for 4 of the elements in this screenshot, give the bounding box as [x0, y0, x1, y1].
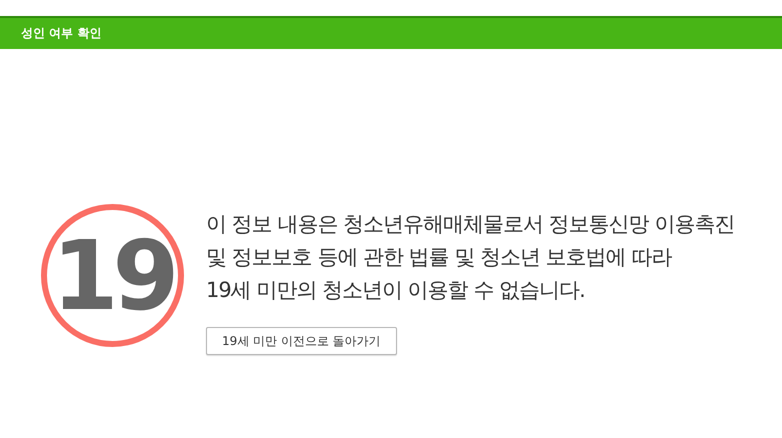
- notice-text: 이 정보 내용은 청소년유해매체물로서 정보통신망 이용촉진 및 정보보호 등에 관한 법률 및 청소년 보호법에 따라 19세 미만의 청소년이 이용할 수 없습니다.: [206, 211, 734, 304]
- age-rating-badge: 19: [41, 204, 184, 347]
- go-back-button[interactable]: 19세 미만 이전으로 돌아가기: [206, 327, 397, 355]
- page-title: 성인 여부 확인: [21, 25, 102, 42]
